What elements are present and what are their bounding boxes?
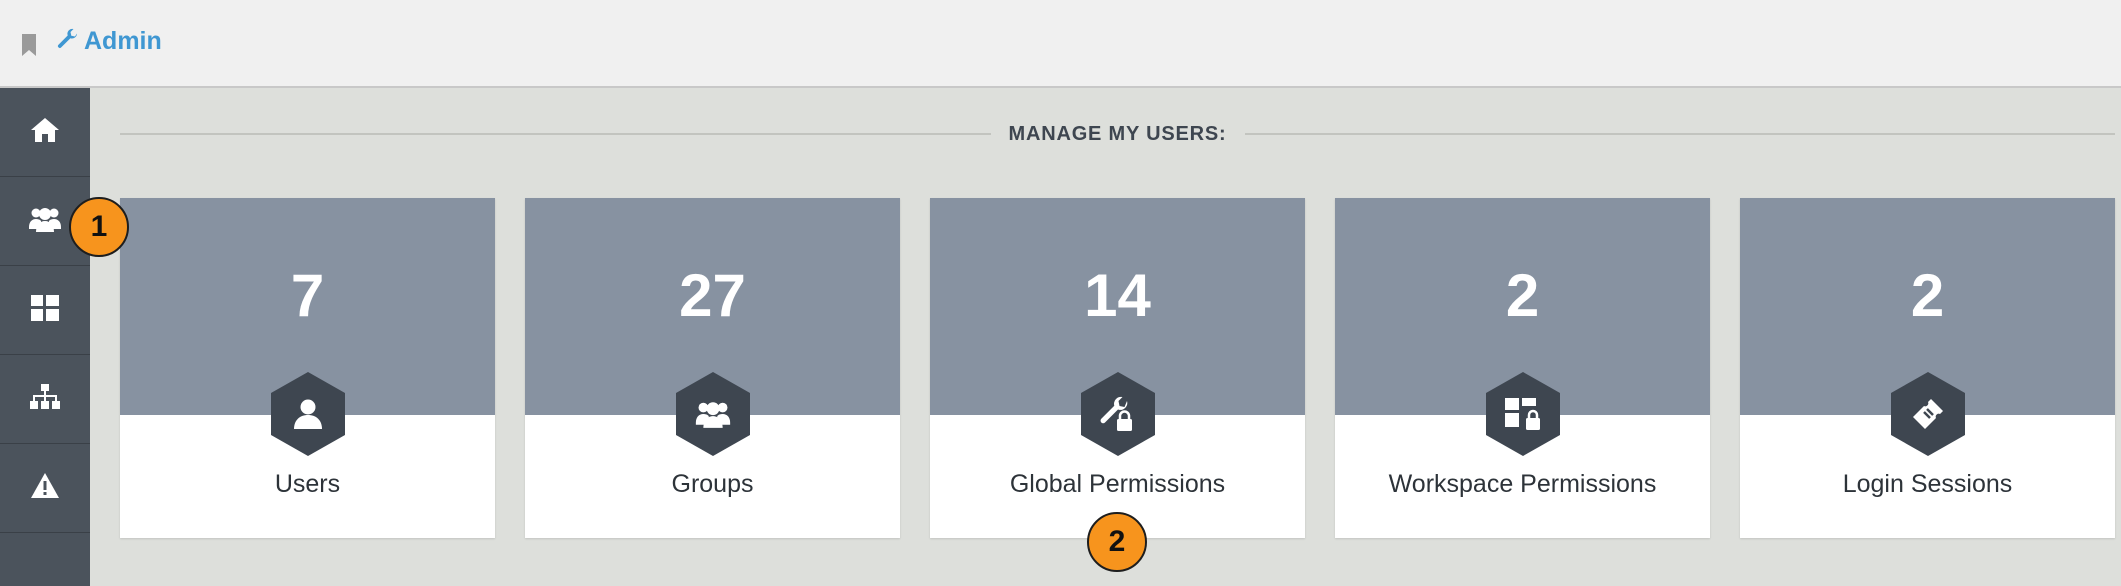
sidebar-item-dashboard[interactable] (0, 266, 90, 355)
users-label: Users (274, 470, 341, 498)
main-content: MANAGE MY USERS: 7 Users 27 Groups 14 Gl… (90, 88, 2121, 586)
top-bar: Admin (0, 0, 2121, 88)
groups-count: 27 (679, 262, 746, 329)
bookmark-icon[interactable] (20, 34, 38, 61)
workspace-permissions-label: Workspace Permissions (1388, 470, 1657, 498)
workspace-permissions-card[interactable]: 2 Workspace Permissions (1335, 198, 1710, 538)
login-sessions-count: 2 (1910, 262, 1945, 329)
users-card[interactable]: 7 Users (120, 198, 495, 538)
ticket-icon (1890, 372, 1965, 456)
users-count: 7 (290, 262, 325, 329)
annotation-marker-1: 1 (69, 197, 129, 257)
sidebar-item-hierarchy[interactable] (0, 355, 90, 444)
global-permissions-count: 14 (1084, 262, 1151, 329)
warning-icon (30, 472, 60, 504)
section-title: MANAGE MY USERS: (1008, 122, 1227, 145)
breadcrumb[interactable]: Admin (56, 27, 162, 56)
workspace-lock-icon (1485, 372, 1560, 456)
wrench-icon (56, 27, 80, 56)
wrench-lock-icon (1080, 372, 1155, 456)
sidebar-item-home[interactable] (0, 88, 90, 177)
dashboard-icon (31, 294, 59, 326)
section-header: MANAGE MY USERS: (120, 122, 2116, 145)
group-icon (675, 372, 750, 456)
breadcrumb-admin: Admin (84, 27, 162, 55)
sidebar-item-warnings[interactable] (0, 444, 90, 533)
user-icon (270, 372, 345, 456)
global-permissions-card[interactable]: 14 Global Permissions (930, 198, 1305, 538)
groups-card[interactable]: 27 Groups (525, 198, 900, 538)
groups-label: Groups (671, 470, 754, 498)
home-icon (30, 117, 60, 148)
login-sessions-card[interactable]: 2 Login Sessions (1740, 198, 2115, 538)
login-sessions-label: Login Sessions (1842, 470, 2013, 498)
global-permissions-label: Global Permissions (1009, 470, 1226, 498)
workspace-permissions-count: 2 (1505, 262, 1540, 329)
users-icon (28, 205, 62, 238)
divider (1244, 133, 2116, 135)
org-chart-icon (30, 383, 60, 415)
annotation-marker-2: 2 (1087, 512, 1147, 572)
sidebar (0, 88, 90, 586)
divider (120, 133, 991, 135)
